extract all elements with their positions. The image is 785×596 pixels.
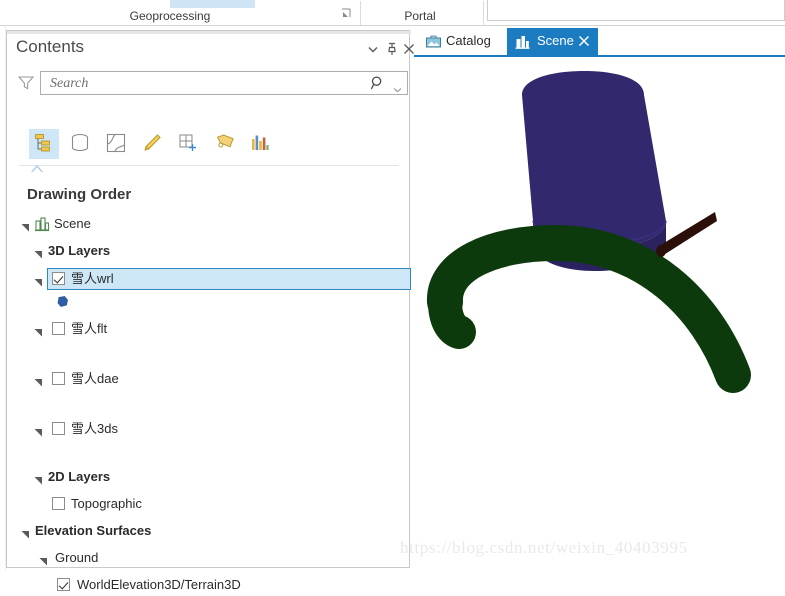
tree-group-elevation-surfaces-label: Elevation Surfaces bbox=[35, 523, 152, 538]
tree-layer-xueren-wrl-label: 雪人wrl bbox=[71, 271, 114, 286]
ribbon-separator-1 bbox=[360, 1, 361, 25]
ribbon-group-label-portal: Portal bbox=[404, 9, 436, 23]
layer-visibility-checkbox[interactable] bbox=[52, 272, 65, 285]
tree-group-2d-layers-label: 2D Layers bbox=[48, 469, 111, 484]
page-title: Contents bbox=[16, 37, 85, 56]
close-icon[interactable] bbox=[578, 35, 590, 47]
expander-triangle-icon[interactable] bbox=[39, 554, 48, 566]
toolbar-divider bbox=[19, 165, 399, 166]
dialog-launcher-geoprocessing[interactable] bbox=[341, 8, 352, 19]
expander-triangle-icon[interactable] bbox=[34, 425, 43, 437]
expander-triangle-icon[interactable] bbox=[34, 247, 43, 259]
scene-buildings-icon bbox=[514, 33, 531, 50]
tree-layer-xueren-wrl[interactable]: 雪人wrl bbox=[7, 268, 411, 290]
tab-scene[interactable]: Scene bbox=[507, 28, 598, 55]
contents-layer-tree: Scene 3D Layers 雪人wrl 雪人flt 雪人dae 雪人3ds … bbox=[7, 213, 411, 592]
tree-layer-xueren-3ds[interactable]: 雪人3ds bbox=[7, 418, 411, 440]
tree-group-ground-label: Ground bbox=[55, 550, 99, 565]
contents-pane-header: Contents bbox=[7, 34, 414, 64]
pane-pin-button[interactable] bbox=[384, 41, 400, 57]
symbol-swatch-xueren-3ds bbox=[55, 445, 68, 458]
tree-layer-xueren-flt[interactable]: 雪人flt bbox=[7, 318, 411, 340]
symbol-swatch-xueren-wrl bbox=[55, 294, 71, 310]
ribbon-strip: Geoprocessing Portal bbox=[0, 0, 785, 26]
search-dropdown-chevron-down-icon[interactable] bbox=[393, 81, 402, 93]
symbol-swatch-xueren-flt bbox=[55, 345, 68, 358]
contents-search-row bbox=[7, 71, 411, 97]
snapping-tool[interactable] bbox=[173, 129, 203, 159]
tree-layer-worldelevation[interactable]: WorldElevation3D/Terrain3D bbox=[7, 574, 411, 596]
tree-layer-worldelevation-label: WorldElevation3D/Terrain3D bbox=[77, 577, 241, 592]
tree-node-scene-label: Scene bbox=[54, 216, 91, 231]
tree-layer-xueren-dae[interactable]: 雪人dae bbox=[7, 368, 411, 390]
tree-layer-xueren-flt-label: 雪人flt bbox=[71, 321, 108, 336]
expander-triangle-icon[interactable] bbox=[34, 375, 43, 387]
tree-layer-topographic-label: Topographic bbox=[71, 496, 142, 511]
scarf-arc bbox=[427, 224, 751, 393]
layer-visibility-checkbox[interactable] bbox=[57, 578, 70, 591]
charts-tool[interactable] bbox=[245, 129, 275, 159]
map-frame-tool[interactable] bbox=[101, 129, 131, 159]
expander-triangle-icon[interactable] bbox=[21, 527, 30, 539]
scene-buildings-icon bbox=[34, 216, 50, 232]
layer-visibility-checkbox[interactable] bbox=[52, 497, 65, 510]
layer-visibility-checkbox[interactable] bbox=[52, 372, 65, 385]
tree-group-3d-layers[interactable]: 3D Layers bbox=[7, 240, 411, 262]
tree-group-elevation-surfaces[interactable]: Elevation Surfaces bbox=[7, 520, 411, 542]
snowman-3d-model bbox=[427, 71, 751, 393]
contents-toolbar bbox=[7, 127, 411, 165]
drawing-order-tool[interactable] bbox=[29, 129, 59, 159]
ribbon-group-portal[interactable]: Portal bbox=[370, 0, 470, 25]
contents-pane: Contents Search Drawing Order Scene 3D L… bbox=[6, 30, 414, 592]
briefcase-icon bbox=[425, 33, 442, 50]
tab-catalog[interactable]: Catalog bbox=[418, 28, 502, 55]
tree-node-scene[interactable]: Scene bbox=[7, 213, 411, 235]
search-box[interactable] bbox=[40, 71, 408, 96]
ribbon-right-control[interactable] bbox=[487, 0, 785, 21]
pane-menu-button[interactable] bbox=[365, 41, 381, 57]
scene-view-area: Catalog Scene bbox=[414, 26, 785, 570]
ribbon-group-geoprocessing[interactable]: Geoprocessing bbox=[100, 0, 240, 25]
layer-visibility-checkbox[interactable] bbox=[52, 422, 65, 435]
ribbon-separator-2 bbox=[483, 1, 484, 25]
scene-3d-canvas[interactable] bbox=[415, 57, 785, 570]
drawing-order-heading: Drawing Order bbox=[27, 186, 132, 203]
expander-triangle-icon[interactable] bbox=[21, 220, 30, 232]
expander-triangle-icon[interactable] bbox=[34, 275, 43, 287]
expander-triangle-icon[interactable] bbox=[34, 473, 43, 485]
search-input[interactable] bbox=[48, 72, 362, 96]
toolbar-active-indicator bbox=[29, 161, 45, 172]
tree-group-3d-layers-label: 3D Layers bbox=[48, 243, 111, 258]
tab-scene-label: Scene bbox=[537, 33, 574, 48]
expander-triangle-icon[interactable] bbox=[34, 325, 43, 337]
filter-funnel-icon[interactable] bbox=[17, 74, 35, 92]
labeling-tool[interactable] bbox=[209, 129, 239, 159]
data-source-tool[interactable] bbox=[65, 129, 95, 159]
tree-group-ground[interactable]: Ground bbox=[7, 547, 411, 569]
search-icon[interactable] bbox=[370, 75, 386, 91]
tree-layer-topographic[interactable]: Topographic bbox=[7, 493, 411, 515]
ribbon-group-label-geoprocessing: Geoprocessing bbox=[129, 9, 211, 23]
tree-layer-xueren-3ds-label: 雪人3ds bbox=[71, 421, 118, 436]
tree-layer-xueren-dae-label: 雪人dae bbox=[71, 371, 119, 386]
editing-tool[interactable] bbox=[137, 129, 167, 159]
view-tab-strip: Catalog Scene bbox=[414, 26, 785, 57]
tab-catalog-label: Catalog bbox=[446, 33, 491, 48]
layer-visibility-checkbox[interactable] bbox=[52, 322, 65, 335]
symbol-swatch-xueren-dae bbox=[55, 395, 68, 408]
tree-group-2d-layers[interactable]: 2D Layers bbox=[7, 466, 411, 488]
